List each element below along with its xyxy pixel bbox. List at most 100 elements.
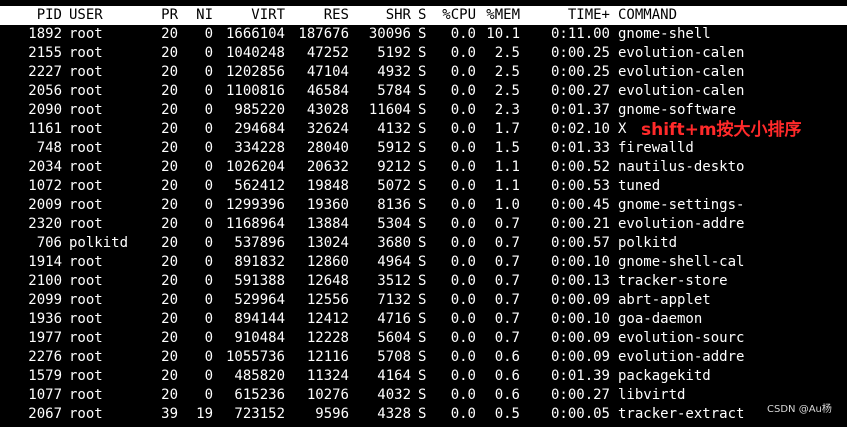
column-header-cpu[interactable]: %CPU [434, 6, 476, 25]
process-state-cell: S [418, 102, 427, 118]
column-header-mem[interactable]: %MEM [478, 6, 520, 25]
column-header-pid[interactable]: PID [0, 6, 62, 25]
process-mem-cell: 2.5 [494, 64, 520, 80]
process-pid-cell: 2099 [28, 292, 62, 308]
process-pid-cell: 1892 [28, 26, 62, 42]
process-mem-cell: 0.6 [494, 368, 520, 384]
process-row[interactable]: 2056 root 20 0 1100816 46584 5784 S 0.0 2.5 0:00.2… [0, 82, 847, 101]
process-row[interactable]: 2099 root 20 0 529964 12556 7132 S 0.0 0.7 0:00.09… [0, 291, 847, 310]
process-state-cell: S [418, 387, 427, 403]
process-res-cell: 28040 [306, 140, 349, 156]
process-row[interactable]: 1914 root 20 0 891832 12860 4964 S 0.0 0.7 0:00.10… [0, 253, 847, 272]
process-row[interactable]: 2320 root 20 0 1168964 13884 5304 S 0.0 0.7 0:00.2… [0, 215, 847, 234]
process-row[interactable]: 1077 root 20 0 615236 10276 4032 S 0.0 0.6 0:00.27… [0, 386, 847, 405]
column-header-virt[interactable]: VIRT [214, 6, 285, 25]
process-res-cell: 12556 [306, 292, 349, 308]
process-res-cell: 12116 [306, 349, 349, 365]
process-user-cell: root [69, 159, 103, 175]
process-mem-cell: 0.7 [494, 311, 520, 327]
process-command-cell: polkitd [618, 235, 678, 251]
process-user-cell: root [69, 349, 103, 365]
process-user-cell: root [69, 64, 103, 80]
process-nice-cell: 0 [204, 197, 213, 213]
process-virt-cell: 591388 [234, 273, 285, 289]
process-command-cell: evolution-calen [618, 83, 745, 99]
process-cpu-cell: 0.0 [450, 387, 476, 403]
process-state-cell: S [418, 45, 427, 61]
process-row[interactable]: 2100 root 20 0 591388 12648 3512 S 0.0 0.7 0:00.13… [0, 272, 847, 291]
process-shr-cell: 4032 [377, 387, 411, 403]
process-res-cell: 12648 [306, 273, 349, 289]
process-virt-cell: 1055736 [225, 349, 285, 365]
process-cpu-cell: 0.0 [450, 83, 476, 99]
process-pid-cell: 2320 [28, 216, 62, 232]
process-priority-cell: 20 [161, 121, 178, 137]
process-row[interactable]: 1892 root 20 0 1666104 187676 30096 S 0.0 10.1 0:1… [0, 25, 847, 44]
process-pid-cell: 2100 [28, 273, 62, 289]
process-shr-cell: 4328 [377, 406, 411, 422]
process-nice-cell: 0 [204, 121, 213, 137]
process-row[interactable]: 706 polkitd 20 0 537896 13024 3680 S 0.0 0.7 0:00.… [0, 234, 847, 253]
process-row[interactable]: 2276 root 20 0 1055736 12116 5708 S 0.0 0.6 0:00.0… [0, 348, 847, 367]
process-mem-cell: 1.7 [494, 121, 520, 137]
process-cpu-cell: 0.0 [450, 121, 476, 137]
process-command-cell: gnome-settings- [618, 197, 745, 213]
process-nice-cell: 0 [204, 292, 213, 308]
process-user-cell: root [69, 178, 103, 194]
process-row[interactable]: 2155 root 20 0 1040248 47252 5192 S 0.0 2.5 0:00.2… [0, 44, 847, 63]
process-row[interactable]: 1977 root 20 0 910484 12228 5604 S 0.0 0.7 0:00.09… [0, 329, 847, 348]
process-mem-cell: 10.1 [486, 26, 520, 42]
process-pid-cell: 2067 [28, 406, 62, 422]
process-command-cell: nautilus-deskto [618, 159, 745, 175]
process-command-cell: evolution-sourc [618, 330, 745, 346]
process-res-cell: 9596 [315, 406, 349, 422]
process-nice-cell: 0 [204, 368, 213, 384]
process-cpu-cell: 0.0 [450, 254, 476, 270]
column-header-user[interactable]: USER [69, 6, 153, 25]
column-header-ni[interactable]: NI [180, 6, 213, 25]
process-row[interactable]: 1579 root 20 0 485820 11324 4164 S 0.0 0.6 0:01.39… [0, 367, 847, 386]
process-nice-cell: 0 [204, 64, 213, 80]
process-virt-cell: 894144 [234, 311, 285, 327]
column-header-shr[interactable]: SHR [350, 6, 411, 25]
process-command-cell: evolution-addre [618, 349, 745, 365]
process-row[interactable]: 2009 root 20 0 1299396 19360 8136 S 0.0 1.0 0:00.4… [0, 196, 847, 215]
process-res-cell: 10276 [306, 387, 349, 403]
process-user-cell: root [69, 406, 103, 422]
column-header-time[interactable]: TIME+ [522, 6, 610, 25]
process-nice-cell: 0 [204, 216, 213, 232]
process-command-cell: gnome-shell [618, 26, 711, 42]
process-row[interactable]: 2227 root 20 0 1202856 47104 4932 S 0.0 2.5 0:00.2… [0, 63, 847, 82]
column-header-state[interactable]: S [418, 6, 432, 25]
process-time-cell: 0:00.27 [550, 83, 610, 99]
process-row[interactable]: 2067 root 39 19 723152 9596 4328 S 0.0 0.5 0:00.05… [0, 405, 847, 424]
process-cpu-cell: 0.0 [450, 64, 476, 80]
process-row[interactable]: 2034 root 20 0 1026204 20632 9212 S 0.0 1.1 0:00.5… [0, 158, 847, 177]
column-header-command[interactable]: COMMAND [618, 6, 847, 25]
process-row[interactable]: 1936 root 20 0 894144 12412 4716 S 0.0 0.7 0:00.10… [0, 310, 847, 329]
process-res-cell: 47104 [306, 64, 349, 80]
process-mem-cell: 2.3 [494, 102, 520, 118]
process-state-cell: S [418, 254, 427, 270]
process-res-cell: 47252 [306, 45, 349, 61]
process-virt-cell: 891832 [234, 254, 285, 270]
process-virt-cell: 1040248 [225, 45, 285, 61]
process-virt-cell: 615236 [234, 387, 285, 403]
process-state-cell: S [418, 349, 427, 365]
process-res-cell: 13024 [306, 235, 349, 251]
process-priority-cell: 20 [161, 254, 178, 270]
process-time-cell: 0:00.09 [550, 330, 610, 346]
column-header-pr[interactable]: PR [150, 6, 178, 25]
process-user-cell: polkitd [69, 235, 129, 251]
process-row[interactable]: 1072 root 20 0 562412 19848 5072 S 0.0 1.1 0:00.53… [0, 177, 847, 196]
process-state-cell: S [418, 121, 427, 137]
process-virt-cell: 1202856 [225, 64, 285, 80]
process-user-cell: root [69, 83, 103, 99]
process-virt-cell: 1666104 [225, 26, 285, 42]
process-state-cell: S [418, 368, 427, 384]
process-time-cell: 0:00.25 [550, 45, 610, 61]
process-state-cell: S [418, 26, 427, 42]
column-header-res[interactable]: RES [286, 6, 349, 25]
process-state-cell: S [418, 64, 427, 80]
process-user-cell: root [69, 387, 103, 403]
